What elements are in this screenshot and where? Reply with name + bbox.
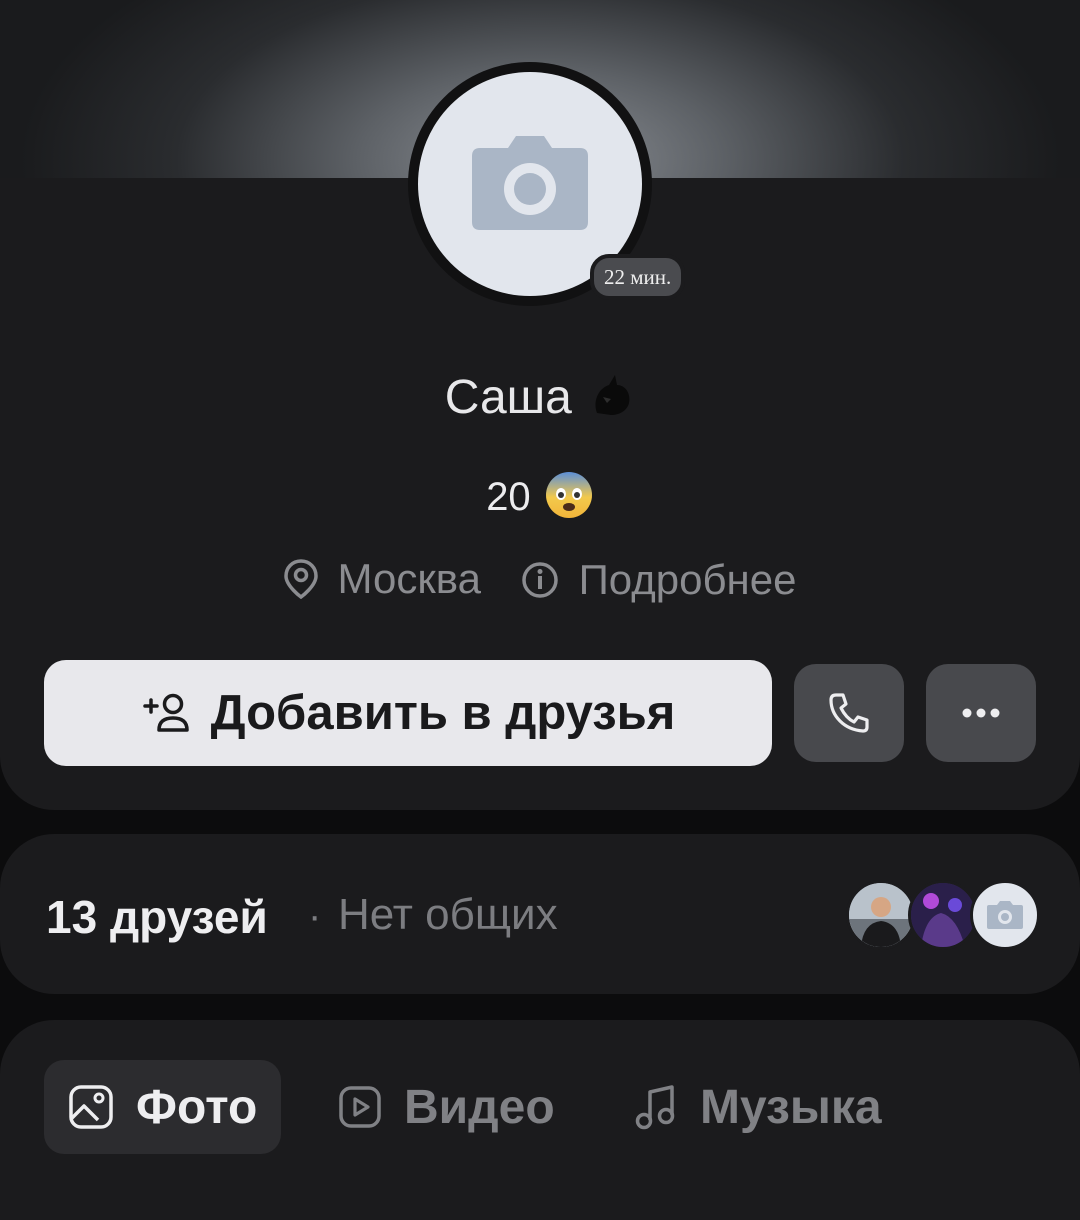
tab-video-label: Видео — [404, 1080, 555, 1134]
video-icon — [339, 1086, 381, 1128]
add-person-icon — [142, 693, 189, 732]
tab-music[interactable]: Музыка — [634, 1060, 882, 1154]
friends-count: 13 друзей — [46, 891, 268, 943]
friend-avatar — [908, 880, 978, 950]
profile-name: Саша — [444, 371, 572, 424]
fearful-face-emoji-icon — [545, 472, 592, 518]
friend-photo-icon — [911, 883, 975, 947]
music-icon — [635, 1085, 675, 1130]
last-seen-badge: 22 мин. — [590, 254, 686, 300]
tab-photo-label: Фото — [136, 1080, 258, 1134]
add-friend-label: Добавить в друзья — [210, 686, 676, 740]
profile-meta: Москва Подробнее — [0, 555, 1080, 609]
tab-music-label: Музыка — [700, 1080, 882, 1134]
phone-icon — [829, 693, 869, 733]
friend-avatar — [846, 880, 916, 950]
details-link[interactable]: Подробнее — [521, 556, 797, 604]
camera-icon — [987, 901, 1023, 929]
friend-avatar-placeholder — [970, 880, 1040, 950]
more-dots-icon — [962, 708, 1000, 718]
camera-icon — [472, 136, 588, 230]
location-pin-icon — [283, 559, 318, 599]
add-friend-button[interactable]: Добавить в друзья — [44, 660, 772, 766]
status-row: 20 — [0, 470, 1080, 520]
image-icon — [69, 1085, 113, 1129]
call-button[interactable] — [794, 664, 904, 762]
tab-video[interactable]: Видео — [338, 1060, 555, 1154]
profile-name-row: Саша — [0, 370, 1080, 425]
friend-photo-icon — [849, 883, 913, 947]
info-icon — [521, 562, 558, 598]
dragon-emoji-icon — [595, 375, 630, 415]
tab-photo[interactable]: Фото — [44, 1060, 282, 1154]
details-label: Подробнее — [578, 556, 797, 603]
status-text: 20 — [486, 475, 531, 519]
common-friends-label: Нет общих — [338, 890, 558, 939]
city-label: Москва — [337, 555, 481, 602]
friends-separator: · — [308, 894, 322, 938]
more-button[interactable] — [926, 664, 1036, 762]
city-item[interactable]: Москва — [283, 555, 481, 603]
